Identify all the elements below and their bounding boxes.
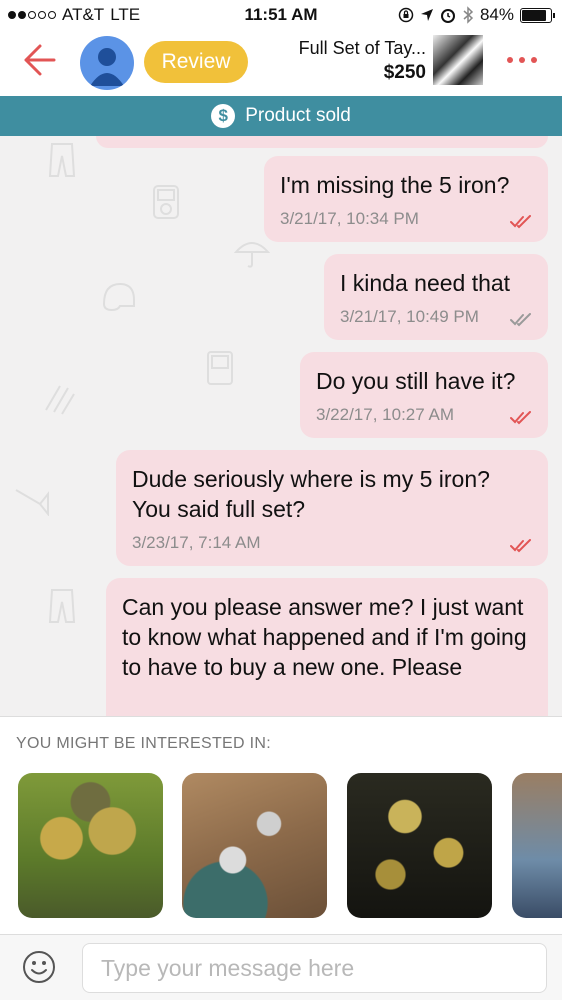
message-timestamp: 3/21/17, 10:34 PM bbox=[280, 209, 419, 228]
ipod-icon bbox=[153, 185, 179, 219]
battery-percent: 84% bbox=[479, 5, 514, 24]
message-timestamp: 3/22/17, 10:27 AM bbox=[316, 405, 454, 424]
bluetooth-icon bbox=[463, 6, 474, 24]
product-sold-banner: $ Product sold bbox=[0, 96, 562, 136]
message-input[interactable] bbox=[82, 943, 547, 993]
banner-text: Product sold bbox=[245, 105, 351, 126]
message-input-bar bbox=[0, 934, 562, 1000]
emoji-icon[interactable] bbox=[22, 950, 56, 984]
more-icon[interactable] bbox=[504, 52, 540, 68]
product-price: $250 bbox=[383, 62, 426, 83]
suggested-item-thumbnail[interactable] bbox=[347, 773, 492, 918]
message-bubble[interactable]: I kinda need that 3/21/17, 10:49 PM bbox=[324, 254, 548, 340]
message-bubble[interactable]: Do you still have it? 3/22/17, 10:27 AM bbox=[300, 352, 548, 438]
double-check-icon bbox=[510, 411, 531, 425]
message-bubble[interactable]: I'm missing the 5 iron? 3/21/17, 10:34 P… bbox=[264, 156, 548, 242]
suggestions-title: YOU MIGHT BE INTERESTED IN: bbox=[16, 735, 271, 752]
back-arrow-icon[interactable] bbox=[18, 40, 58, 80]
battery-fill bbox=[522, 9, 546, 21]
message-timestamp: 3/21/17, 10:49 PM bbox=[340, 307, 479, 326]
shirt-icon bbox=[48, 589, 76, 623]
message-text: Do you still have it? bbox=[316, 368, 516, 394]
alarm-icon bbox=[440, 9, 455, 23]
double-check-icon bbox=[510, 215, 531, 229]
message-text: Dude seriously where is my 5 iron? You s… bbox=[132, 466, 490, 522]
umbrella-icon bbox=[234, 242, 270, 268]
suggested-item-thumbnail[interactable] bbox=[18, 773, 163, 918]
gameboy-icon bbox=[207, 351, 233, 385]
message-timestamp: 3/23/17, 7:14 AM bbox=[132, 533, 261, 552]
suggested-item-thumbnail[interactable] bbox=[512, 773, 562, 918]
tools-icon bbox=[45, 385, 75, 415]
location-icon bbox=[420, 9, 433, 21]
chat-area[interactable]: I'm missing the 5 iron? 3/21/17, 10:34 P… bbox=[0, 136, 562, 716]
suggested-item-thumbnail[interactable] bbox=[182, 773, 327, 918]
chat-header: Review Full Set of Tay... $250 bbox=[0, 30, 562, 96]
previous-message-bubble bbox=[96, 136, 548, 148]
avatar-icon bbox=[90, 48, 124, 86]
pants-icon bbox=[48, 143, 76, 177]
product-title[interactable]: Full Set of Tay... bbox=[299, 38, 426, 59]
message-bubble[interactable]: Dude seriously where is my 5 iron? You s… bbox=[116, 450, 548, 566]
avatar[interactable] bbox=[80, 36, 134, 90]
status-right: 84% bbox=[398, 5, 555, 25]
helmet-icon bbox=[102, 282, 135, 312]
review-button[interactable]: Review bbox=[144, 41, 248, 83]
product-thumbnail[interactable] bbox=[433, 35, 483, 85]
message-text: Can you please answer me? I just want to… bbox=[122, 594, 527, 680]
message-bubble[interactable]: Can you please answer me? I just want to… bbox=[106, 578, 548, 716]
rotation-lock-icon bbox=[398, 7, 414, 23]
double-check-icon bbox=[510, 313, 531, 327]
suggestions-panel: YOU MIGHT BE INTERESTED IN: bbox=[0, 716, 562, 934]
status-bar: AT&T LTE 11:51 AM 84% bbox=[0, 0, 562, 30]
double-check-icon bbox=[510, 539, 531, 553]
message-text: I kinda need that bbox=[340, 270, 511, 296]
dollar-icon: $ bbox=[211, 104, 236, 128]
message-text: I'm missing the 5 iron? bbox=[280, 172, 510, 198]
battery-icon bbox=[520, 7, 555, 23]
trumpet-icon bbox=[15, 489, 49, 516]
